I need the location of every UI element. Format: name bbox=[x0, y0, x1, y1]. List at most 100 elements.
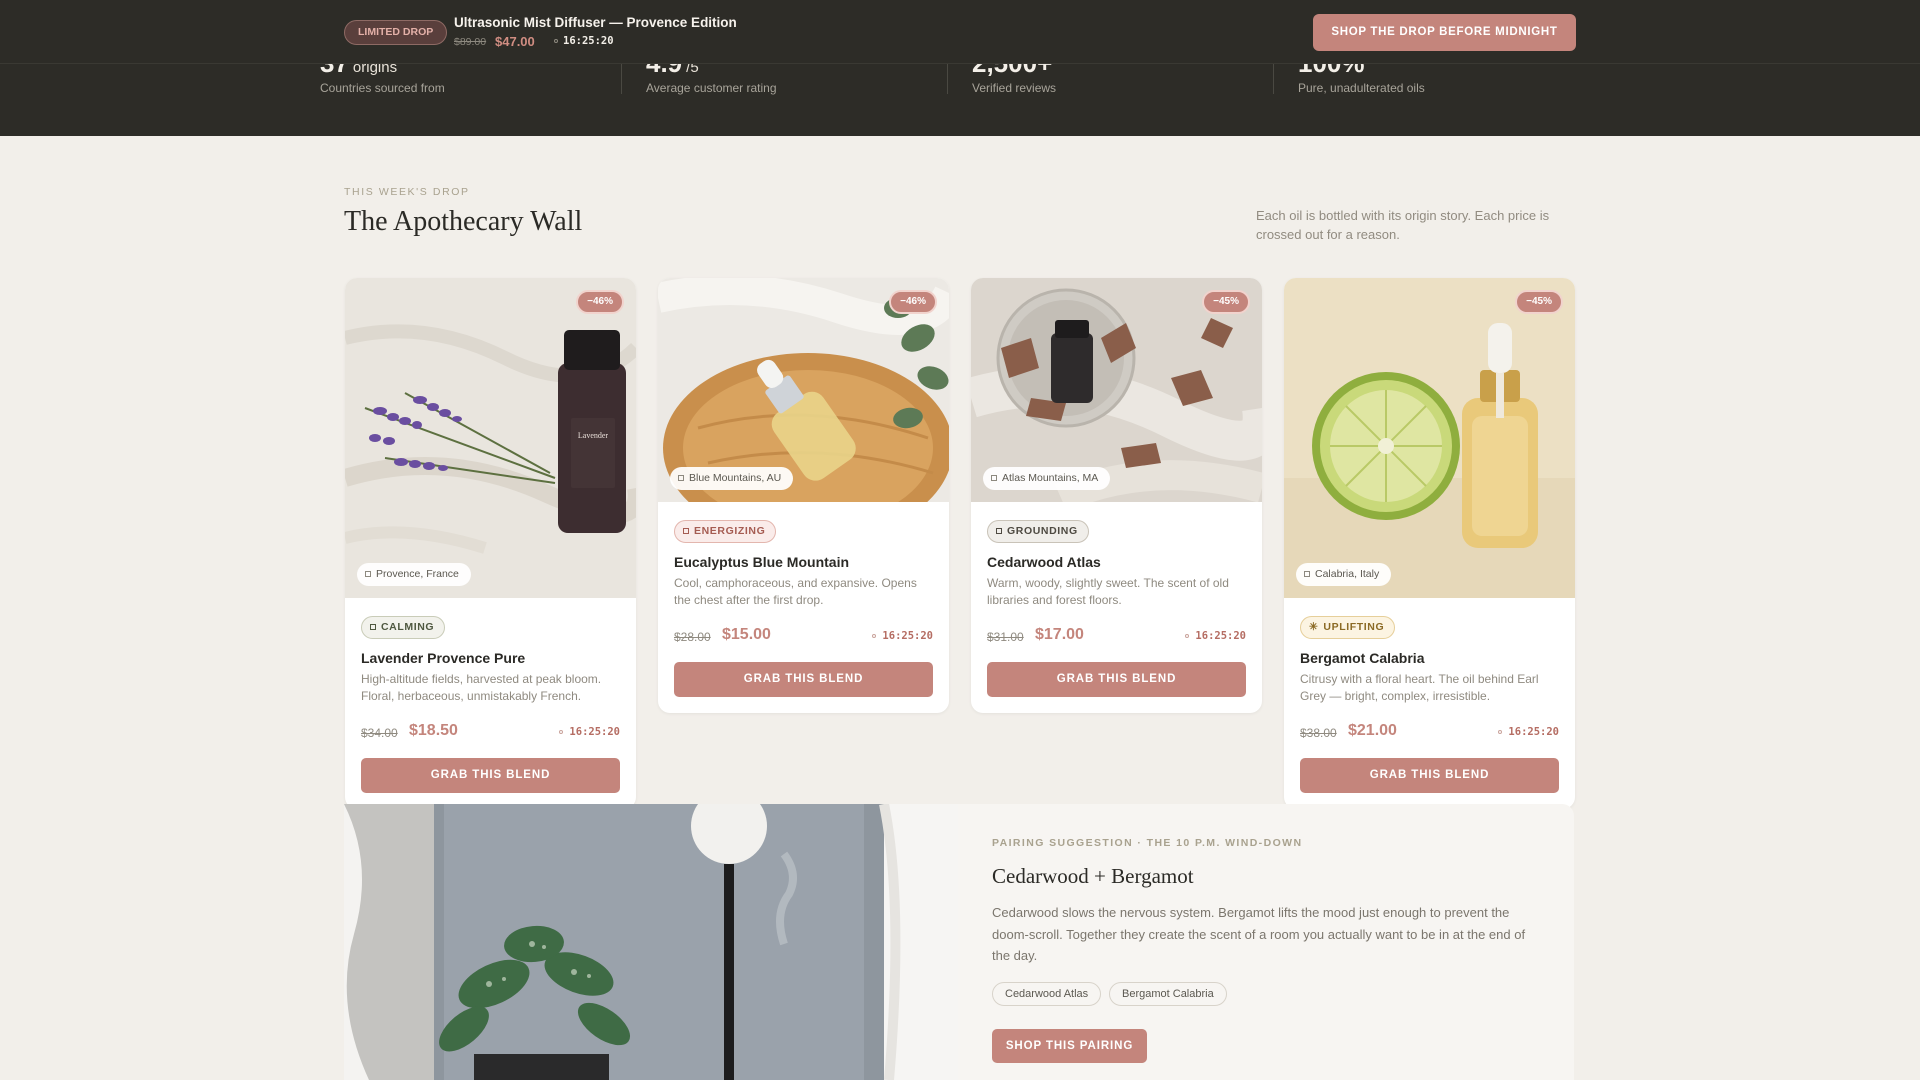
drop-old-price: $89.00 bbox=[454, 36, 487, 48]
product-image[interactable]: Lavender −46% Provence, France bbox=[345, 278, 636, 598]
pairing-eyebrow: PAIRING SUGGESTION · THE 10 P.M. WIND-DO… bbox=[992, 837, 1303, 849]
stat-divider bbox=[621, 60, 622, 94]
discount-badge: −45% bbox=[1202, 290, 1250, 314]
origin-badge: Provence, France bbox=[357, 563, 471, 586]
clock-icon bbox=[559, 730, 564, 734]
product-card-lavender[interactable]: Lavender −46% Provence, France CALMING L… bbox=[345, 278, 636, 809]
pairing-panel: PAIRING SUGGESTION · THE 10 P.M. WIND-DO… bbox=[958, 804, 1574, 1080]
bolt-icon bbox=[683, 528, 689, 534]
origin-label: Blue Mountains, AU bbox=[689, 472, 782, 484]
section-eyebrow: THIS WEEK'S DROP bbox=[344, 186, 470, 198]
stat-label: Pure, unadulterated oils bbox=[1298, 81, 1425, 95]
section-description: Each oil is bottled with its origin stor… bbox=[1256, 208, 1550, 242]
mood-tag: ENERGIZING bbox=[674, 520, 777, 543]
product-card-eucalyptus[interactable]: −46% Blue Mountains, AU ENERGIZING Eucal… bbox=[658, 278, 949, 713]
origin-label: Provence, France bbox=[376, 568, 459, 580]
countdown: 16:25:20 bbox=[1498, 726, 1559, 738]
tree-icon bbox=[996, 528, 1002, 534]
product-name[interactable]: Cedarwood Atlas bbox=[987, 554, 1246, 570]
countdown: 16:25:20 bbox=[559, 726, 620, 738]
product-description: Cool, camphoraceous, and expansive. Open… bbox=[674, 576, 917, 607]
clock-icon bbox=[554, 39, 558, 43]
grab-blend-button[interactable]: GRAB THIS BLEND bbox=[987, 662, 1246, 697]
product-card-cedarwood[interactable]: −45% Atlas Mountains, MA GROUNDING Cedar… bbox=[971, 278, 1262, 713]
product-image[interactable]: −45% Atlas Mountains, MA bbox=[971, 278, 1262, 502]
pairing-title: Cedarwood + Bergamot bbox=[992, 864, 1194, 888]
old-price: $38.00 bbox=[1300, 726, 1337, 740]
product-name[interactable]: Lavender Provence Pure bbox=[361, 650, 620, 666]
location-pin-icon bbox=[991, 475, 997, 481]
product-description: High-altitude fields, harvested at peak … bbox=[361, 672, 602, 703]
grab-blend-button[interactable]: GRAB THIS BLEND bbox=[674, 662, 933, 697]
price-row: $28.00 $15.00 16:25:20 bbox=[674, 623, 933, 649]
card-body: ✳ UPLIFTING Bergamot Calabria Citrusy wit… bbox=[1284, 598, 1575, 809]
countdown: 16:25:20 bbox=[1185, 630, 1246, 642]
stat-divider bbox=[1273, 60, 1274, 94]
card-body: ENERGIZING Eucalyptus Blue Mountain Cool… bbox=[658, 502, 949, 713]
sale-price: $18.50 bbox=[409, 722, 458, 739]
origin-label: Calabria, Italy bbox=[1315, 568, 1380, 580]
card-body: GROUNDING Cedarwood Atlas Warm, woody, s… bbox=[971, 502, 1262, 713]
pairing-image bbox=[344, 804, 958, 1080]
origin-badge: Blue Mountains, AU bbox=[670, 467, 794, 490]
price-row: $34.00 $18.50 16:25:20 bbox=[361, 719, 620, 745]
product-image[interactable]: −46% Blue Mountains, AU bbox=[658, 278, 949, 502]
countdown: 16:25:20 bbox=[872, 630, 933, 642]
location-pin-icon bbox=[365, 571, 371, 577]
sale-price: $17.00 bbox=[1035, 626, 1084, 643]
mood-tag-label: ENERGIZING bbox=[694, 525, 766, 537]
countdown-value: 16:25:20 bbox=[882, 630, 933, 642]
svg-text:Lavender: Lavender bbox=[578, 431, 609, 440]
location-pin-icon bbox=[1304, 571, 1310, 577]
mood-tag-label: CALMING bbox=[381, 621, 435, 633]
price-row: $31.00 $17.00 16:25:20 bbox=[987, 623, 1246, 649]
sale-price: $21.00 bbox=[1348, 722, 1397, 739]
mood-tag-label: UPLIFTING bbox=[1323, 621, 1385, 633]
product-card-bergamot[interactable]: −45% Calabria, Italy ✳ UPLIFTING Bergamot… bbox=[1284, 278, 1575, 809]
countdown-value: 16:25:20 bbox=[569, 726, 620, 738]
pairing-chip[interactable]: Cedarwood Atlas bbox=[992, 982, 1102, 1006]
drop-new-price: $47.00 bbox=[495, 34, 535, 49]
origin-badge: Calabria, Italy bbox=[1296, 563, 1392, 586]
origin-badge: Atlas Mountains, MA bbox=[983, 467, 1111, 490]
mood-tag: ✳ UPLIFTING bbox=[1300, 616, 1396, 639]
shop-drop-button[interactable]: SHOP THE DROP BEFORE MIDNIGHT bbox=[1313, 14, 1576, 51]
mood-tag: GROUNDING bbox=[987, 520, 1089, 543]
countdown-value: 16:25:20 bbox=[1508, 726, 1559, 738]
price-row: $38.00 $21.00 16:25:20 bbox=[1300, 719, 1559, 745]
bergamot-bottle-image bbox=[1284, 278, 1575, 598]
discount-badge: −45% bbox=[1515, 290, 1563, 314]
card-body: CALMING Lavender Provence Pure High-alti… bbox=[345, 598, 636, 809]
shop-pairing-button[interactable]: SHOP THIS PAIRING bbox=[992, 1029, 1147, 1063]
old-price: $28.00 bbox=[674, 630, 711, 644]
grab-blend-button[interactable]: GRAB THIS BLEND bbox=[1300, 758, 1559, 793]
discount-badge: −46% bbox=[576, 290, 624, 314]
clock-icon bbox=[872, 634, 877, 638]
sun-icon: ✳ bbox=[1309, 621, 1319, 633]
product-image[interactable]: −45% Calabria, Italy bbox=[1284, 278, 1575, 598]
product-name[interactable]: Eucalyptus Blue Mountain bbox=[674, 554, 933, 570]
stat-label: Verified reviews bbox=[972, 81, 1057, 95]
stat-label: Countries sourced from bbox=[320, 81, 445, 95]
clock-icon bbox=[1185, 634, 1190, 638]
mood-tag: CALMING bbox=[361, 616, 446, 639]
stat-divider bbox=[947, 60, 948, 94]
product-description: Citrusy with a floral heart. The oil beh… bbox=[1300, 672, 1539, 703]
product-name[interactable]: Bergamot Calabria bbox=[1300, 650, 1559, 666]
discount-badge: −46% bbox=[889, 290, 937, 314]
pairing-chip[interactable]: Bergamot Calabria bbox=[1109, 982, 1227, 1006]
limited-drop-badge: LIMITED DROP bbox=[344, 20, 448, 45]
location-pin-icon bbox=[678, 475, 684, 481]
pairing-description: Cedarwood slows the nervous system. Berg… bbox=[992, 905, 1526, 963]
mood-tag-label: GROUNDING bbox=[1007, 525, 1078, 537]
grab-blend-button[interactable]: GRAB THIS BLEND bbox=[361, 758, 620, 793]
section-title: The Apothecary Wall bbox=[344, 206, 583, 237]
diffuser-room-image bbox=[344, 804, 958, 1080]
countdown-value: 16:25:20 bbox=[1195, 630, 1246, 642]
lavender-bottle-image: Lavender bbox=[345, 278, 636, 598]
drop-countdown: 16:25:20 bbox=[563, 35, 614, 47]
drop-product-title[interactable]: Ultrasonic Mist Diffuser — Provence Edit… bbox=[454, 15, 737, 30]
product-description: Warm, woody, slightly sweet. The scent o… bbox=[987, 576, 1229, 607]
old-price: $34.00 bbox=[361, 726, 398, 740]
leaf-icon bbox=[370, 624, 376, 630]
